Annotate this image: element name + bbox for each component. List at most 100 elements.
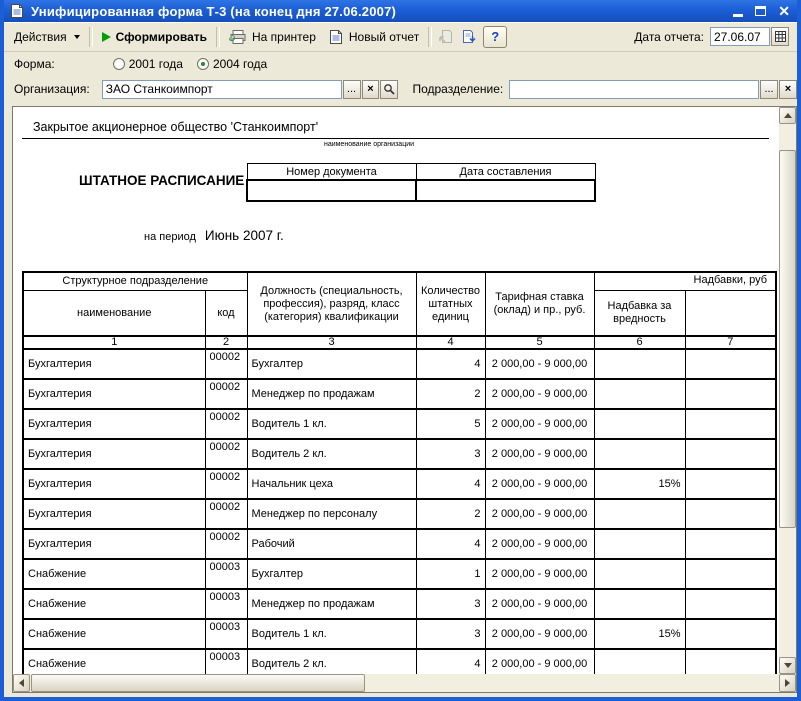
table-cell: Бухгалтерия xyxy=(22,348,206,380)
column-number: 6 xyxy=(593,335,686,350)
table-cell: 2 xyxy=(415,378,486,410)
table-row: Бухгалтерия 00002 Рабочий 4 2 000,00 - 9 000… xyxy=(22,528,777,560)
table-cell: 2 000,00 - 9 000,00 xyxy=(484,618,595,650)
table-cell: 00002 xyxy=(204,468,248,500)
radio-indicator xyxy=(112,58,125,70)
table-row: Бухгалтерия 00002 Бухгалтер 4 2 000,00 - 9 0… xyxy=(22,348,777,380)
department-input[interactable] xyxy=(509,79,760,99)
period-label: на период xyxy=(144,231,196,243)
scroll-right-button[interactable] xyxy=(779,674,796,692)
table-row: Бухгалтерия 00002 Водитель 1 кл. 5 2 000,00 … xyxy=(22,408,777,440)
new-report-button[interactable]: Новый отчет xyxy=(322,27,425,47)
column-number: 4 xyxy=(415,335,486,350)
vertical-scrollbar-thumb[interactable] xyxy=(779,150,796,528)
close-icon[interactable]: ✕ xyxy=(778,4,790,18)
generate-button[interactable]: Сформировать xyxy=(96,28,213,46)
organization-open-button[interactable] xyxy=(380,79,399,99)
staff-table-body: Бухгалтерия 00002 Бухгалтер 4 2 000,00 - 9 0… xyxy=(22,348,777,674)
toolbar-separator xyxy=(88,26,93,47)
table-cell: 2 000,00 - 9 000,00 xyxy=(484,528,595,560)
titlebar: Унифицированная форма Т-3 (на конец дня … xyxy=(4,0,797,22)
arrow-down-icon xyxy=(783,663,792,668)
table-cell: 1 xyxy=(415,558,486,590)
staff-table: Структурное подразделение Должность (спе… xyxy=(22,271,778,674)
form-radio-2001[interactable]: 2001 года xyxy=(112,57,183,71)
minimize-icon[interactable] xyxy=(733,5,744,17)
scroll-left-button[interactable] xyxy=(13,674,30,692)
header-allowances: Надбавки, руб xyxy=(593,271,777,291)
table-cell xyxy=(684,468,777,500)
arrow-up-icon xyxy=(783,113,792,118)
header-hazard: Надбавка за вредность xyxy=(593,290,686,337)
organization-clear-button[interactable]: × xyxy=(361,79,380,99)
department-choose-button[interactable]: ... xyxy=(760,79,779,99)
table-cell: 2 000,00 - 9 000,00 xyxy=(484,408,595,440)
report-organization-caption: наименование организации xyxy=(323,141,415,148)
toolbar-separator xyxy=(216,26,220,47)
table-cell: 00002 xyxy=(204,408,248,440)
department-clear-button[interactable]: × xyxy=(779,79,797,99)
form-radio-group: 2001 года 2004 года xyxy=(112,57,268,71)
help-button[interactable]: ? xyxy=(483,25,508,48)
organization-input[interactable] xyxy=(101,79,342,99)
header-structural-unit: Структурное подразделение xyxy=(22,271,248,291)
document-arrow-up-icon xyxy=(438,29,454,45)
print-button[interactable]: На принтер xyxy=(223,27,322,47)
report-title: ШТАТНОЕ РАСПИСАНИЕ xyxy=(79,173,245,188)
doc-number-cell xyxy=(246,179,417,202)
table-cell xyxy=(684,438,777,470)
calendar-icon[interactable] xyxy=(771,27,789,46)
table-cell: Снабжение xyxy=(22,558,206,590)
table-cell: 2 000,00 - 9 000,00 xyxy=(484,558,595,590)
header-count: Количество штатных единиц xyxy=(415,271,486,337)
table-cell xyxy=(593,528,686,560)
document-arrow-down-icon xyxy=(460,29,476,45)
table-cell: 4 xyxy=(415,528,486,560)
toolbar: Действия Сформировать На принтер Новый о… xyxy=(4,22,797,52)
scroll-up-button[interactable] xyxy=(779,107,796,124)
vertical-scrollbar[interactable] xyxy=(779,107,796,674)
table-row: Снабжение 00003 Водитель 1 кл. 3 2 000,00 - … xyxy=(22,618,777,650)
green-play-icon xyxy=(101,31,111,42)
table-cell: 00003 xyxy=(204,558,248,590)
table-cell xyxy=(684,588,777,620)
table-cell: Менеджер по персоналу xyxy=(246,498,417,530)
table-cell xyxy=(593,558,686,590)
table-cell: 00003 xyxy=(204,648,248,674)
department-label: Подразделение: xyxy=(412,82,504,96)
organization-choose-button[interactable]: ... xyxy=(342,79,361,99)
horizontal-scrollbar[interactable] xyxy=(13,674,796,692)
table-cell: Водитель 1 кл. xyxy=(246,618,417,650)
toolbar-separator xyxy=(428,26,433,47)
column-number: 3 xyxy=(246,335,417,350)
actions-button-label: Действия xyxy=(14,29,67,44)
arrow-left-icon xyxy=(19,679,24,687)
new-report-button-label: Новый отчет xyxy=(348,29,420,44)
report-period: на период Июнь 2007 г. xyxy=(144,228,284,243)
table-cell: 4 xyxy=(415,468,486,500)
form-radio-2004[interactable]: 2004 года xyxy=(196,57,268,71)
table-cell: 2 000,00 - 9 000,00 xyxy=(484,468,595,500)
table-cell: 00002 xyxy=(204,528,248,560)
header-code: код xyxy=(204,290,248,337)
table-cell: 2 000,00 - 9 000,00 xyxy=(484,588,595,620)
actions-button[interactable]: Действия xyxy=(8,28,86,46)
horizontal-scrollbar-thumb[interactable] xyxy=(31,674,365,692)
header-rate: Тарифная ставка (оклад) и пр., руб. xyxy=(484,271,595,337)
form-radio-2004-label: 2004 года xyxy=(212,57,268,71)
table-cell: Снабжение xyxy=(22,588,206,620)
column-number: 2 xyxy=(204,335,248,350)
table-cell: 00002 xyxy=(204,378,248,410)
report-date-label: Дата отчета: xyxy=(634,29,704,44)
table-cell xyxy=(593,588,686,620)
table-cell: Менеджер по продажам xyxy=(246,588,417,620)
table-cell: 00003 xyxy=(204,618,248,650)
scroll-down-button[interactable] xyxy=(779,657,796,674)
save-settings-button[interactable] xyxy=(457,27,479,47)
table-cell: Рабочий xyxy=(246,528,417,560)
arrow-right-icon xyxy=(785,679,790,687)
table-cell xyxy=(684,528,777,560)
report-date-input[interactable] xyxy=(710,27,770,46)
maximize-icon[interactable] xyxy=(755,6,767,16)
column-number: 5 xyxy=(484,335,595,350)
